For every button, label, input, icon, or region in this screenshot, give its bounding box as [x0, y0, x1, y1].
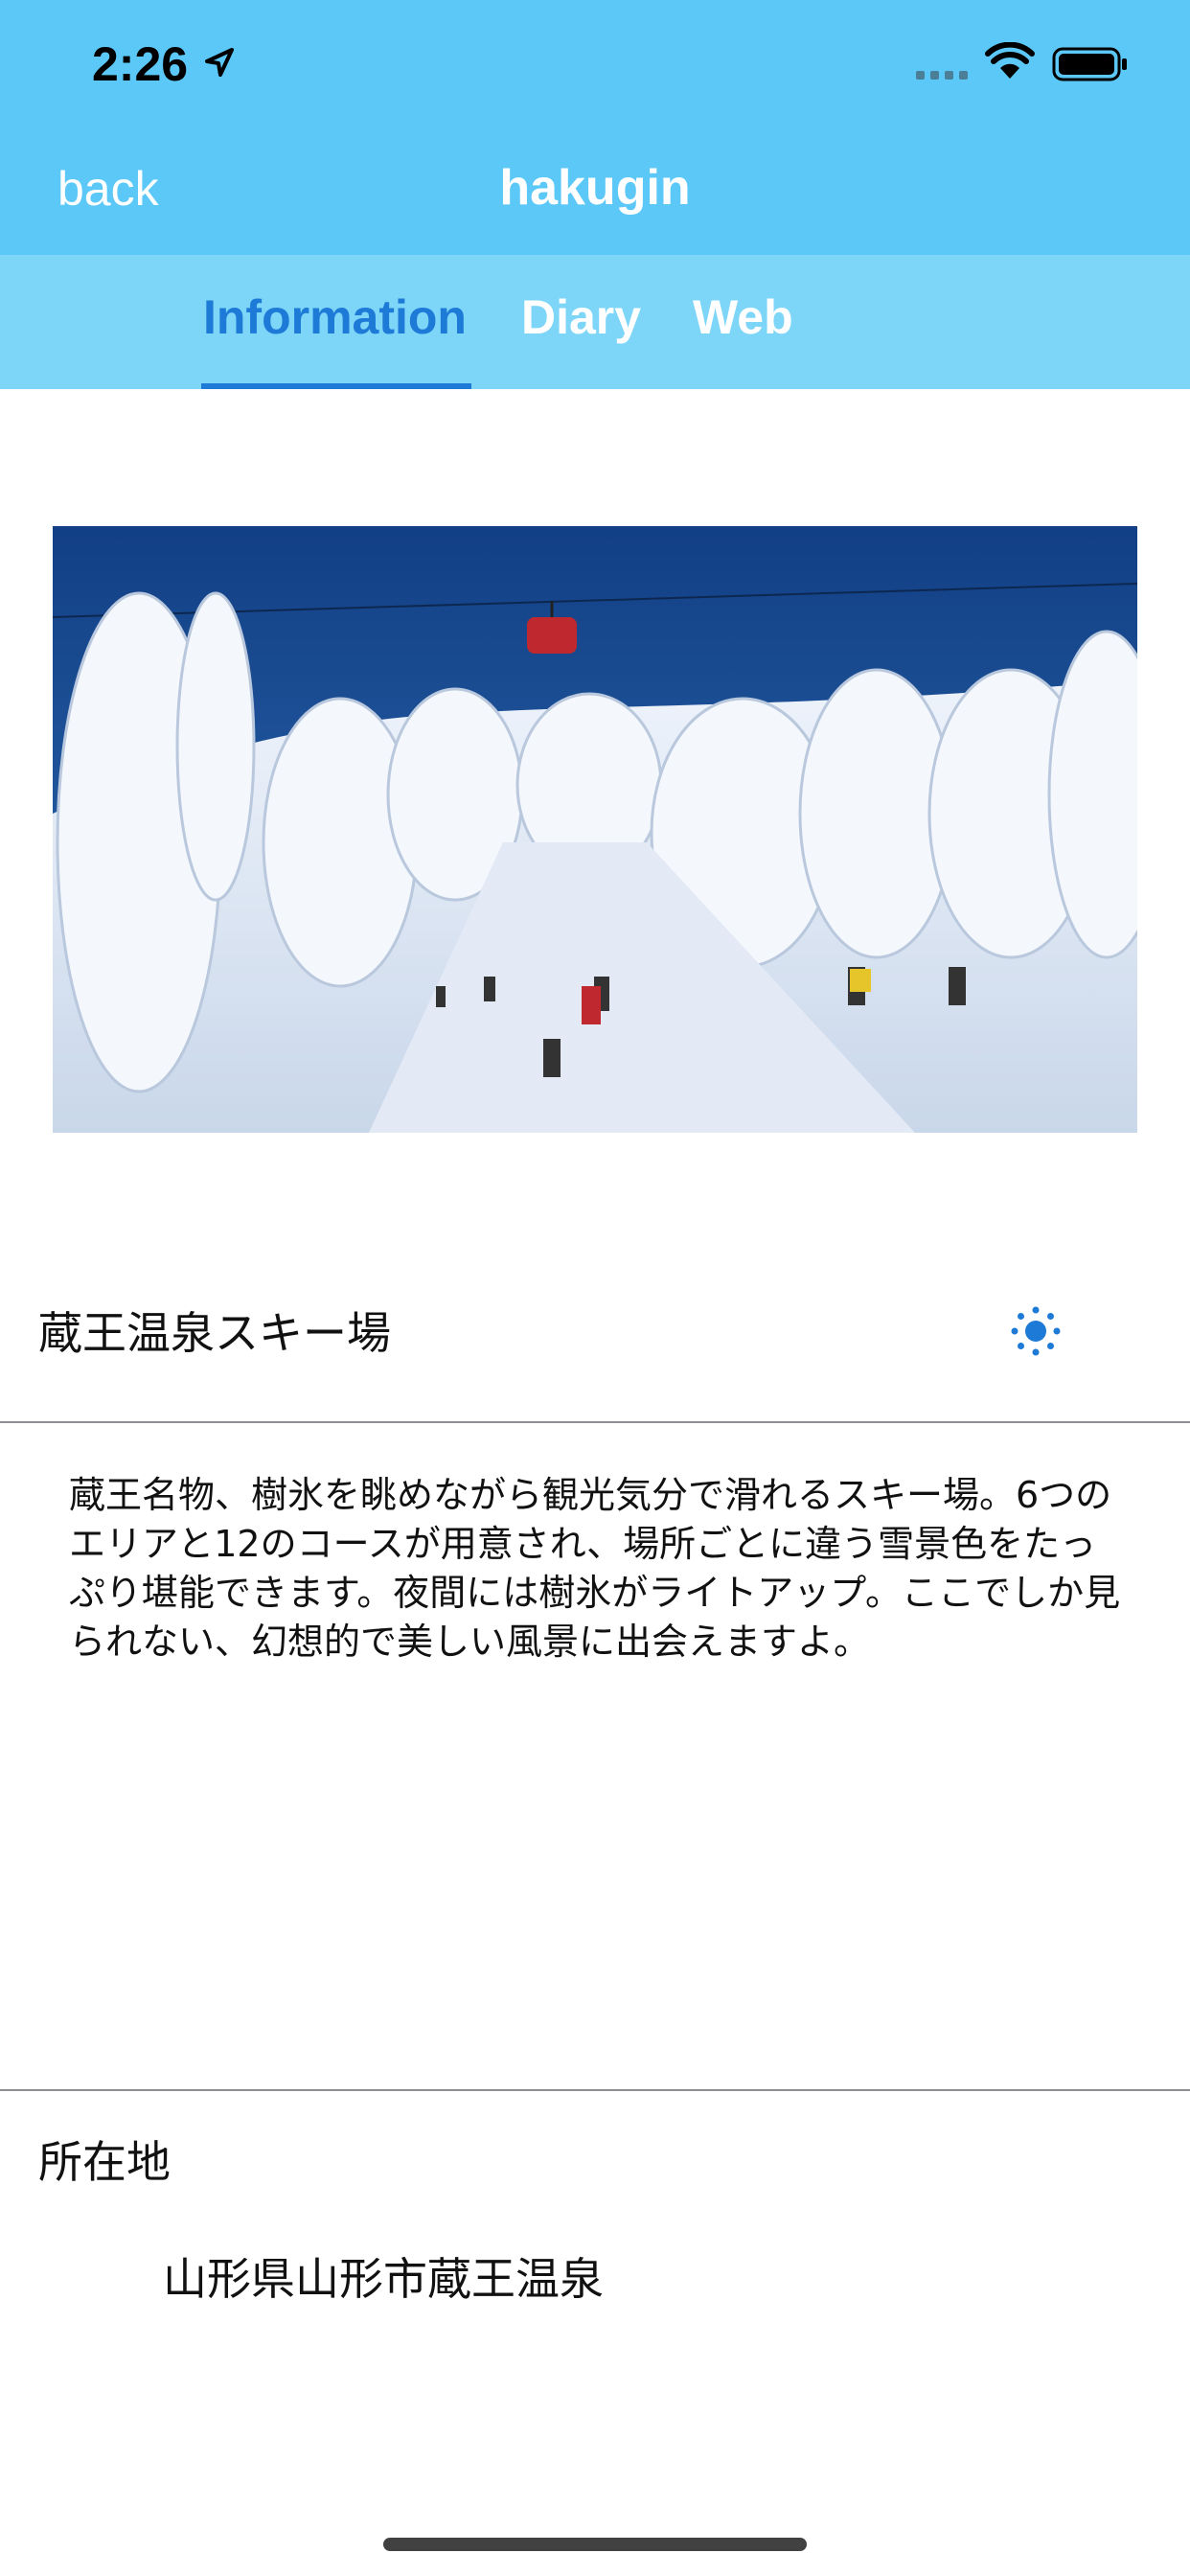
navigation-bar: back hakugin [0, 130, 1190, 255]
tab-information[interactable]: Information [203, 289, 467, 345]
divider [0, 1421, 1190, 1423]
tab-web[interactable]: Web [693, 289, 793, 345]
address-value: 山形県山形市蔵王温泉 [163, 2253, 604, 2305]
status-time: 2:26 [92, 37, 189, 91]
divider [0, 2089, 1190, 2091]
wifi-icon [985, 42, 1035, 79]
cellular-signal-icon [916, 71, 968, 80]
sun-icon[interactable] [1010, 1305, 1062, 1357]
page-title: hakugin [499, 160, 691, 216]
location-label: 所在地 [38, 2136, 171, 2188]
spot-name: 蔵王温泉スキー場 [38, 1307, 391, 1359]
ski-resort-photo [53, 526, 1137, 1133]
home-indicator[interactable] [383, 2538, 807, 2551]
tab-diary[interactable]: Diary [521, 289, 641, 345]
tab-bar: Information Diary Web [0, 255, 1190, 389]
status-bar: 2:26 [0, 0, 1190, 130]
active-tab-indicator [201, 383, 471, 389]
location-arrow-icon [205, 48, 234, 77]
battery-icon [1052, 47, 1127, 81]
spot-description: 蔵王名物、樹氷を眺めながら観光気分で滑れるスキー場。6つのエリアと12のコースが… [69, 1474, 1121, 1663]
